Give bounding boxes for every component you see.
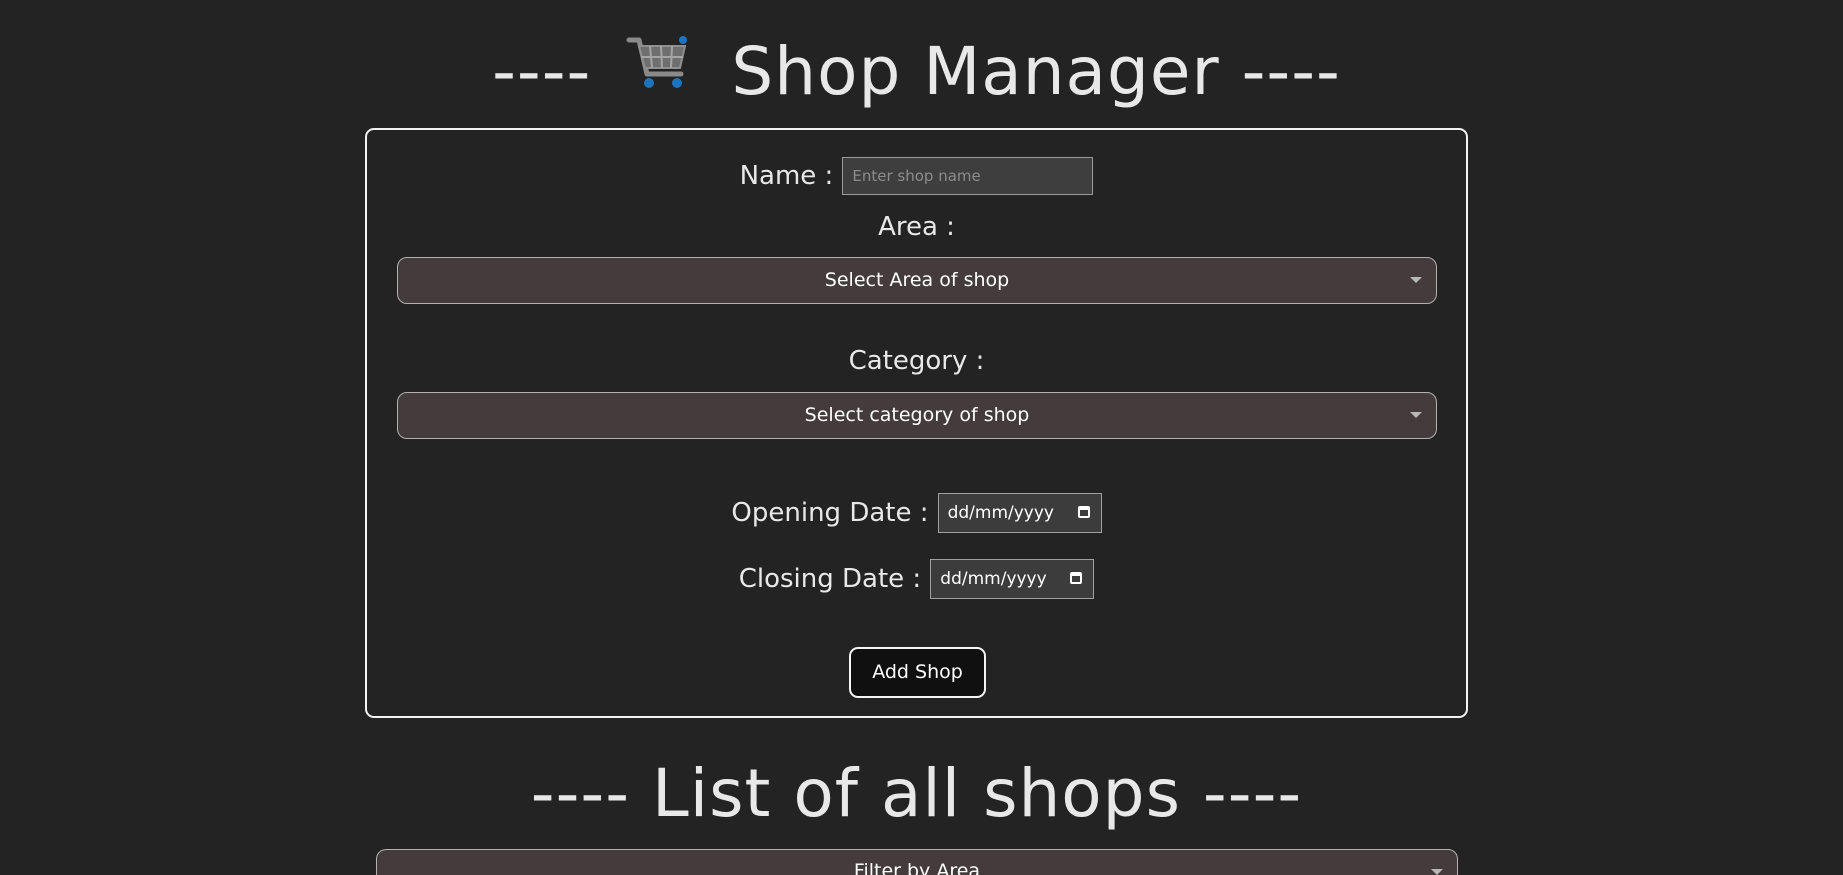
shopping-cart-icon (625, 30, 691, 114)
chevron-down-icon (1431, 869, 1443, 875)
chevron-down-icon (1410, 412, 1422, 418)
category-select-value: Select category of shop (804, 404, 1030, 426)
calendar-icon[interactable] (1077, 506, 1090, 518)
closing-date-input[interactable]: dd/mm/yyyy (930, 559, 1095, 599)
title-main: Shop Manager ---- (731, 33, 1341, 111)
opening-date-value: dd/mm/yyyy (947, 503, 1054, 523)
area-select[interactable]: Select Area of shop (397, 257, 1437, 304)
category-label: Category : (848, 346, 985, 376)
category-row: Category : (367, 346, 1466, 376)
page-title: ---- Shop Manager ---- (0, 30, 1833, 122)
add-shop-form: Name : Enter shop name Area : Select Are… (365, 128, 1468, 718)
title-prefix: ---- (492, 33, 592, 111)
shop-list-title: ---- List of all shops ---- (530, 755, 1303, 832)
opening-date-input[interactable]: dd/mm/yyyy (937, 493, 1102, 533)
calendar-icon[interactable] (1070, 572, 1083, 584)
shop-name-input[interactable]: Enter shop name (842, 157, 1094, 195)
filter-area-select[interactable]: Filter by Area (376, 849, 1458, 875)
add-shop-button[interactable]: Add Shop (849, 647, 986, 698)
closing-date-row: Closing Date : dd/mm/yyyy (367, 559, 1466, 599)
name-label: Name : (739, 161, 834, 191)
closing-date-value: dd/mm/yyyy (940, 569, 1047, 589)
chevron-down-icon (1410, 277, 1422, 283)
name-row: Name : Enter shop name (367, 157, 1466, 195)
area-label: Area : (878, 212, 955, 242)
area-row: Area : (367, 212, 1466, 242)
opening-date-row: Opening Date : dd/mm/yyyy (367, 493, 1466, 533)
opening-date-label: Opening Date : (731, 498, 929, 528)
closing-date-label: Closing Date : (738, 564, 922, 594)
category-select[interactable]: Select category of shop (397, 392, 1437, 439)
filter-select-value: Filter by Area (853, 860, 981, 875)
area-select-value: Select Area of shop (824, 269, 1010, 291)
shop-manager-page: ---- Shop Manager ---- Name : Enter shop… (0, 0, 1843, 875)
